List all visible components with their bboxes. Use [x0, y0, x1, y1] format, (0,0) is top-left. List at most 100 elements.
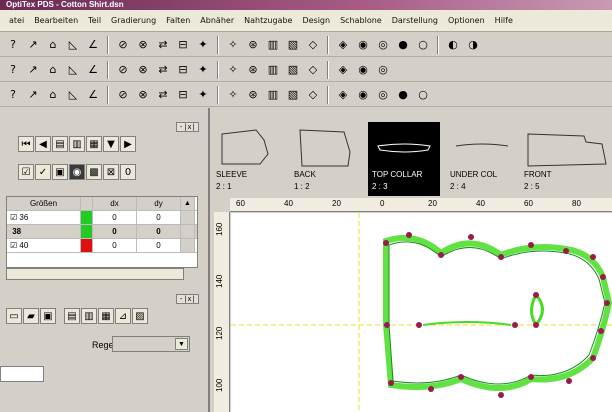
grade-point[interactable]: [468, 234, 474, 240]
seam-icon[interactable]: ◇: [304, 86, 322, 104]
zoom-area-icon[interactable]: ◺: [64, 86, 82, 104]
grade-point[interactable]: [604, 300, 610, 306]
menu-item-1[interactable]: Bearbeiten: [29, 16, 83, 25]
first-icon[interactable]: ⏮: [18, 136, 34, 152]
pattern-b-icon[interactable]: ⊛: [244, 61, 262, 79]
rule-open-icon[interactable]: ▰: [23, 308, 39, 324]
piece-under-collar[interactable]: UNDER COL 2 : 4: [446, 122, 518, 196]
menu-item-0[interactable]: atei: [4, 16, 29, 25]
size-dx[interactable]: 0: [93, 225, 137, 238]
piece-top-collar[interactable]: TOP COLLAR 2 : 3: [368, 122, 440, 196]
zoom-tool-icon[interactable]: ⇄: [154, 36, 172, 54]
grade-point[interactable]: [458, 374, 464, 380]
move-point-icon[interactable]: ◺: [64, 61, 82, 79]
menu-item-4[interactable]: Falten: [161, 16, 195, 25]
rule-e-icon[interactable]: ▨: [132, 308, 148, 324]
layer-a-icon[interactable]: ✦: [194, 86, 212, 104]
save-icon[interactable]: ◺: [64, 36, 82, 54]
check-down-icon[interactable]: ✓: [35, 164, 51, 180]
prev-icon[interactable]: ◀: [35, 136, 51, 152]
grade-point[interactable]: [533, 322, 539, 328]
piece-back[interactable]: BACK 1 : 2: [290, 122, 362, 196]
paste-size-icon[interactable]: ▥: [69, 136, 85, 152]
menu-item-11[interactable]: Hilfe: [490, 16, 518, 25]
rule-new-icon[interactable]: ▭: [6, 308, 22, 324]
scrollbar-track[interactable]: [181, 211, 195, 224]
grade-point[interactable]: [512, 322, 518, 328]
menu-item-6[interactable]: Nahtzugabe: [239, 16, 297, 25]
grade-point[interactable]: [498, 392, 504, 398]
zoom-out-icon[interactable]: ↗: [24, 86, 42, 104]
size-row[interactable]: 38 0 0: [7, 225, 197, 239]
cursor-arrow-icon[interactable]: ?: [4, 36, 22, 54]
copy-size-icon[interactable]: ▤: [52, 136, 68, 152]
size-row[interactable]: ☑ 40 0 0: [7, 239, 197, 253]
menu-item-7[interactable]: Design: [297, 16, 335, 25]
grade-point[interactable]: [590, 254, 596, 260]
point-icon[interactable]: ?: [4, 61, 22, 79]
notch-icon[interactable]: ◎: [374, 36, 392, 54]
pen-icon[interactable]: ✧: [224, 36, 242, 54]
status-field[interactable]: [0, 366, 44, 382]
angle-icon[interactable]: ▥: [264, 36, 282, 54]
grade-point[interactable]: [590, 355, 596, 361]
pattern-c-icon[interactable]: ▥: [264, 61, 282, 79]
marker-b-icon[interactable]: ○: [414, 86, 432, 104]
new-file-icon[interactable]: ↗: [24, 36, 42, 54]
grade-point[interactable]: [498, 254, 504, 260]
mirror-icon[interactable]: ◈: [334, 36, 352, 54]
menu-item-9[interactable]: Darstellung: [387, 16, 443, 25]
layer-d-icon[interactable]: ▥: [264, 86, 282, 104]
copy-icon[interactable]: ⇄: [154, 86, 172, 104]
grade-point[interactable]: [563, 248, 569, 254]
size-dx[interactable]: 0: [93, 239, 137, 252]
size-table-hscroll[interactable]: [6, 268, 184, 280]
piece-front[interactable]: FRONT 2 : 5: [520, 122, 607, 196]
size-dy[interactable]: 0: [137, 225, 181, 238]
marker-icon[interactable]: ●: [394, 86, 412, 104]
next-icon[interactable]: ▶: [120, 136, 136, 152]
check-icon[interactable]: ☑: [18, 164, 34, 180]
context-help-icon[interactable]: ✦: [194, 36, 212, 54]
piece-sleeve[interactable]: SLEEVE 2 : 1: [212, 122, 284, 196]
size-row[interactable]: ☑ 36 0 0: [7, 211, 197, 225]
pattern-a-icon[interactable]: ✧: [224, 61, 242, 79]
menu-item-8[interactable]: Schablone: [335, 16, 387, 25]
open-folder-icon[interactable]: ⌂: [44, 36, 62, 54]
col-dx[interactable]: dx: [93, 197, 137, 210]
table-size-icon[interactable]: ▦: [86, 136, 102, 152]
undo-icon[interactable]: ∠: [84, 86, 102, 104]
table-icon[interactable]: ◐: [444, 36, 462, 54]
grade-zero-icon[interactable]: 0: [120, 164, 136, 180]
fold-icon[interactable]: ◉: [354, 36, 372, 54]
menu-item-2[interactable]: Teil: [83, 16, 106, 25]
drill-icon[interactable]: ●: [394, 36, 412, 54]
layer-e-icon[interactable]: ▧: [284, 86, 302, 104]
grade-x-icon[interactable]: ⊠: [103, 164, 119, 180]
grade-rule-icon[interactable]: ◉: [69, 164, 85, 180]
button-icon[interactable]: ◉: [354, 86, 372, 104]
grade-icon[interactable]: ○: [414, 36, 432, 54]
rule-save-icon[interactable]: ▣: [40, 308, 56, 324]
grade-grid-icon[interactable]: ▩: [86, 164, 102, 180]
size-checkbox[interactable]: ☑: [10, 241, 17, 250]
grade-point[interactable]: [384, 322, 390, 328]
grade-point[interactable]: [600, 274, 606, 280]
grade-point[interactable]: [598, 328, 604, 334]
grade-point[interactable]: [388, 380, 394, 386]
export-icon[interactable]: ⊘: [114, 36, 132, 54]
layer-b-icon[interactable]: ✧: [224, 86, 242, 104]
scrollbar-track[interactable]: [181, 239, 195, 252]
rule-a-icon[interactable]: ▤: [64, 308, 80, 324]
pattern-g-icon[interactable]: ◉: [354, 61, 372, 79]
circle-icon[interactable]: ⊘: [114, 61, 132, 79]
zoom-in-icon[interactable]: ?: [4, 86, 22, 104]
paste-icon[interactable]: ⊟: [174, 86, 192, 104]
grid-icon[interactable]: ⊗: [134, 36, 152, 54]
grade-point[interactable]: [528, 242, 534, 248]
print-icon[interactable]: ∠: [84, 36, 102, 54]
rect-icon[interactable]: ⊗: [134, 61, 152, 79]
polyline-icon[interactable]: ⇄: [154, 61, 172, 79]
menu-item-10[interactable]: Optionen: [443, 16, 490, 25]
regel-select[interactable]: ▼: [112, 336, 190, 352]
